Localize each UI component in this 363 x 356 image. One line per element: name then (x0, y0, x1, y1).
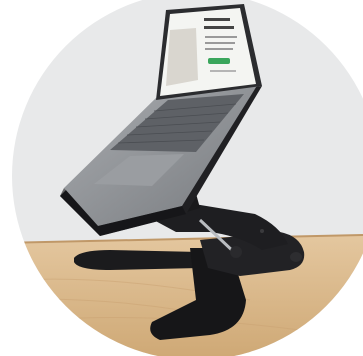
screen-text-line (205, 36, 237, 38)
screen-heading-line (204, 18, 230, 21)
screen-image (166, 28, 198, 86)
laptop-screen (156, 4, 262, 100)
screen-green-button (208, 58, 230, 64)
photo-canvas (12, 0, 363, 356)
product-photo (0, 0, 363, 356)
adjust-knob (230, 246, 242, 258)
